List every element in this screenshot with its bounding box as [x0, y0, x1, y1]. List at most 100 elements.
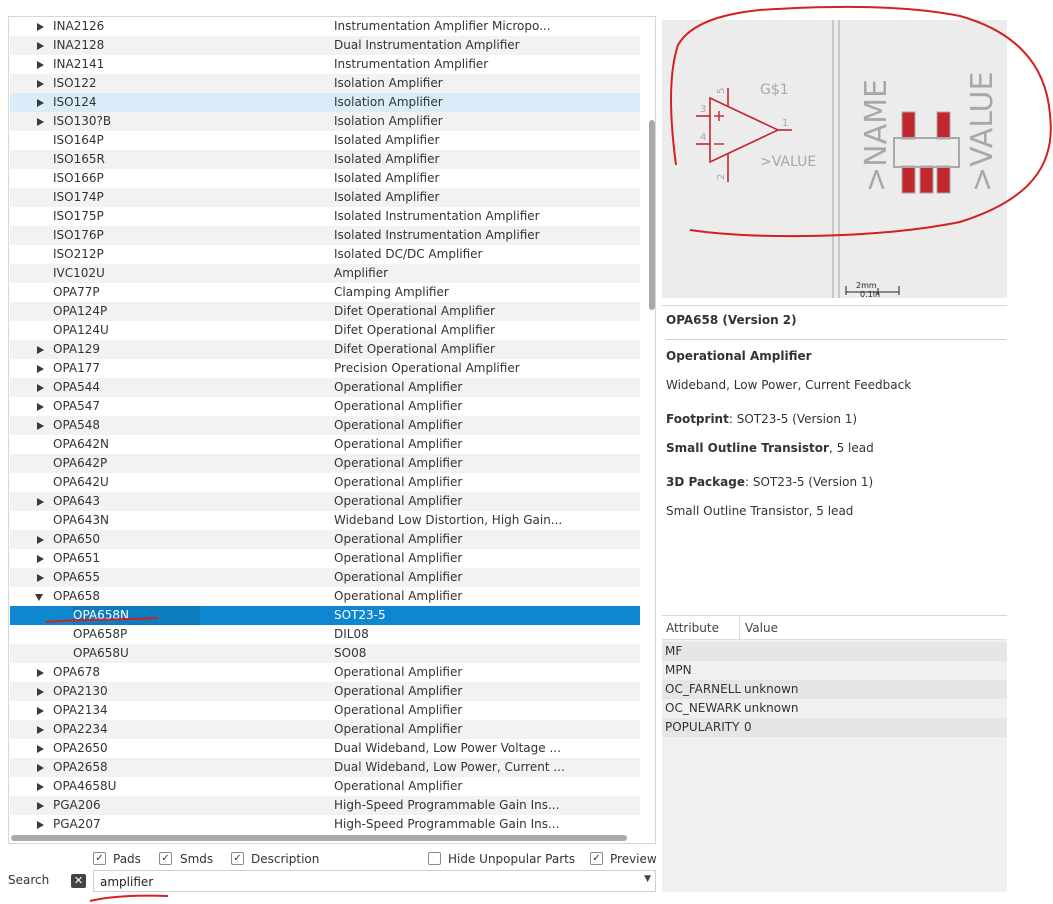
part-name: PGA207: [53, 817, 101, 831]
value-column-header[interactable]: Value: [745, 621, 778, 635]
tree-row[interactable]: PGA207 High-Speed Programmable Gain Ins..…: [10, 815, 640, 834]
collapsed-triangle-icon[interactable]: [37, 555, 44, 563]
preview-label: Preview: [610, 852, 657, 866]
attribute-column-header[interactable]: Attribute: [666, 621, 719, 635]
search-input[interactable]: [100, 874, 630, 889]
horizontal-scrollbar[interactable]: [9, 833, 639, 843]
tree-row[interactable]: OPA650 Operational Amplifier: [10, 530, 640, 549]
collapsed-triangle-icon[interactable]: [37, 688, 44, 696]
collapsed-triangle-icon[interactable]: [37, 118, 44, 126]
collapsed-triangle-icon[interactable]: [37, 821, 44, 829]
part-name: OPA77P: [53, 285, 100, 299]
part-name: OPA2234: [53, 722, 108, 736]
tree-row[interactable]: INA2141 Instrumentation Amplifier: [10, 55, 640, 74]
tree-row[interactable]: OPA544 Operational Amplifier: [10, 378, 640, 397]
tree-row[interactable]: OPA642U Operational Amplifier: [10, 473, 640, 492]
collapsed-triangle-icon[interactable]: [37, 61, 44, 69]
collapsed-triangle-icon[interactable]: [37, 536, 44, 544]
tree-row[interactable]: ISO164P Isolated Amplifier: [10, 131, 640, 150]
tree-row[interactable]: PGA206 High-Speed Programmable Gain Ins..…: [10, 796, 640, 815]
tree-row[interactable]: IVC102U Amplifier: [10, 264, 640, 283]
collapsed-triangle-icon[interactable]: [37, 403, 44, 411]
collapsed-triangle-icon[interactable]: [37, 99, 44, 107]
attribute-row[interactable]: OC_NEWARK unknown: [662, 699, 1007, 718]
smds-checkbox[interactable]: ✓: [159, 852, 172, 865]
tree-row[interactable]: OPA2650 Dual Wideband, Low Power Voltage …: [10, 739, 640, 758]
footprint-value[interactable]: : SOT23-5 (Version 1): [729, 412, 857, 426]
package3d-value[interactable]: : SOT23-5 (Version 1): [745, 475, 873, 489]
collapsed-triangle-icon[interactable]: [37, 365, 44, 373]
pin-number-3: 3: [700, 104, 706, 115]
vertical-scrollbar[interactable]: [648, 17, 655, 843]
tree-row[interactable]: OPA643N Wideband Low Distortion, High Gai…: [10, 511, 640, 530]
expanded-triangle-icon[interactable]: [35, 594, 43, 601]
pads-checkbox[interactable]: ✓: [93, 852, 106, 865]
tree-row[interactable]: OPA2130 Operational Amplifier: [10, 682, 640, 701]
chevron-down-icon[interactable]: ▼: [644, 874, 651, 884]
collapsed-triangle-icon[interactable]: [37, 764, 44, 772]
collapsed-triangle-icon[interactable]: [37, 42, 44, 50]
collapsed-triangle-icon[interactable]: [37, 574, 44, 582]
tree-child-row[interactable]: OPA658U SO08: [10, 644, 640, 663]
part-name: INA2141: [53, 57, 105, 71]
tree-row[interactable]: OPA129 Difet Operational Amplifier: [10, 340, 640, 359]
tree-row[interactable]: ISO124 Isolation Amplifier: [10, 93, 640, 112]
tree-row[interactable]: OPA2234 Operational Amplifier: [10, 720, 640, 739]
description-checkbox[interactable]: ✓: [231, 852, 244, 865]
collapsed-triangle-icon[interactable]: [37, 422, 44, 430]
horizontal-scrollbar-thumb[interactable]: [11, 835, 627, 841]
attribute-row[interactable]: POPULARITY 0: [662, 718, 1007, 737]
collapsed-triangle-icon[interactable]: [37, 707, 44, 715]
vertical-scrollbar-thumb[interactable]: [649, 120, 655, 310]
attribute-row[interactable]: OC_FARNELL unknown: [662, 680, 1007, 699]
collapsed-triangle-icon[interactable]: [37, 669, 44, 677]
tree-row[interactable]: ISO174P Isolated Amplifier: [10, 188, 640, 207]
tree-row[interactable]: OPA642N Operational Amplifier: [10, 435, 640, 454]
tree-row[interactable]: INA2128 Dual Instrumentation Amplifier: [10, 36, 640, 55]
search-combobox[interactable]: ▼: [93, 870, 656, 892]
pad-2: [919, 165, 934, 194]
package-outline: [893, 137, 960, 168]
tree-row[interactable]: OPA642P Operational Amplifier: [10, 454, 640, 473]
collapsed-triangle-icon[interactable]: [37, 346, 44, 354]
collapsed-triangle-icon[interactable]: [37, 745, 44, 753]
collapsed-triangle-icon[interactable]: [37, 726, 44, 734]
preview-checkbox[interactable]: ✓: [590, 852, 603, 865]
tree-row[interactable]: INA2126 Instrumentation Amplifier Micropo…: [10, 17, 640, 36]
tree-row[interactable]: OPA547 Operational Amplifier: [10, 397, 640, 416]
part-description: Operational Amplifier: [334, 494, 463, 508]
tree-row[interactable]: OPA658 Operational Amplifier: [10, 587, 640, 606]
tree-row[interactable]: ISO176P Isolated Instrumentation Amplifie…: [10, 226, 640, 245]
tree-row[interactable]: OPA548 Operational Amplifier: [10, 416, 640, 435]
tree-child-row[interactable]: OPA658N SOT23-5: [10, 606, 640, 625]
collapsed-triangle-icon[interactable]: [37, 783, 44, 791]
tree-row[interactable]: ISO175P Isolated Instrumentation Amplifie…: [10, 207, 640, 226]
package-preview: >NAME >VALUE 2mm 0.1in: [838, 20, 1007, 299]
tree-row[interactable]: OPA643 Operational Amplifier: [10, 492, 640, 511]
tree-child-row[interactable]: OPA658P DIL08: [10, 625, 640, 644]
tree-row[interactable]: OPA2134 Operational Amplifier: [10, 701, 640, 720]
tree-row[interactable]: OPA651 Operational Amplifier: [10, 549, 640, 568]
attribute-row[interactable]: MF: [662, 642, 1007, 661]
collapsed-triangle-icon[interactable]: [37, 384, 44, 392]
attribute-row[interactable]: MPN: [662, 661, 1007, 680]
tree-row[interactable]: OPA2658 Dual Wideband, Low Power, Current…: [10, 758, 640, 777]
tree-row[interactable]: OPA4658U Operational Amplifier: [10, 777, 640, 796]
tree-row[interactable]: OPA177 Precision Operational Amplifier: [10, 359, 640, 378]
tree-row[interactable]: OPA678 Operational Amplifier: [10, 663, 640, 682]
tree-row[interactable]: OPA124U Difet Operational Amplifier: [10, 321, 640, 340]
tree-row[interactable]: OPA124P Difet Operational Amplifier: [10, 302, 640, 321]
collapsed-triangle-icon[interactable]: [37, 802, 44, 810]
clear-x-icon[interactable]: ✕: [71, 874, 86, 888]
tree-row[interactable]: ISO122 Isolation Amplifier: [10, 74, 640, 93]
collapsed-triangle-icon[interactable]: [37, 23, 44, 31]
tree-row[interactable]: ISO130?B Isolation Amplifier: [10, 112, 640, 131]
collapsed-triangle-icon[interactable]: [37, 498, 44, 506]
tree-row[interactable]: OPA655 Operational Amplifier: [10, 568, 640, 587]
tree-row[interactable]: ISO165R Isolated Amplifier: [10, 150, 640, 169]
tree-row[interactable]: ISO166P Isolated Amplifier: [10, 169, 640, 188]
hide-unpopular-checkbox[interactable]: [428, 852, 441, 865]
tree-row[interactable]: OPA77P Clamping Amplifier: [10, 283, 640, 302]
collapsed-triangle-icon[interactable]: [37, 80, 44, 88]
tree-row[interactable]: ISO212P Isolated DC/DC Amplifier: [10, 245, 640, 264]
